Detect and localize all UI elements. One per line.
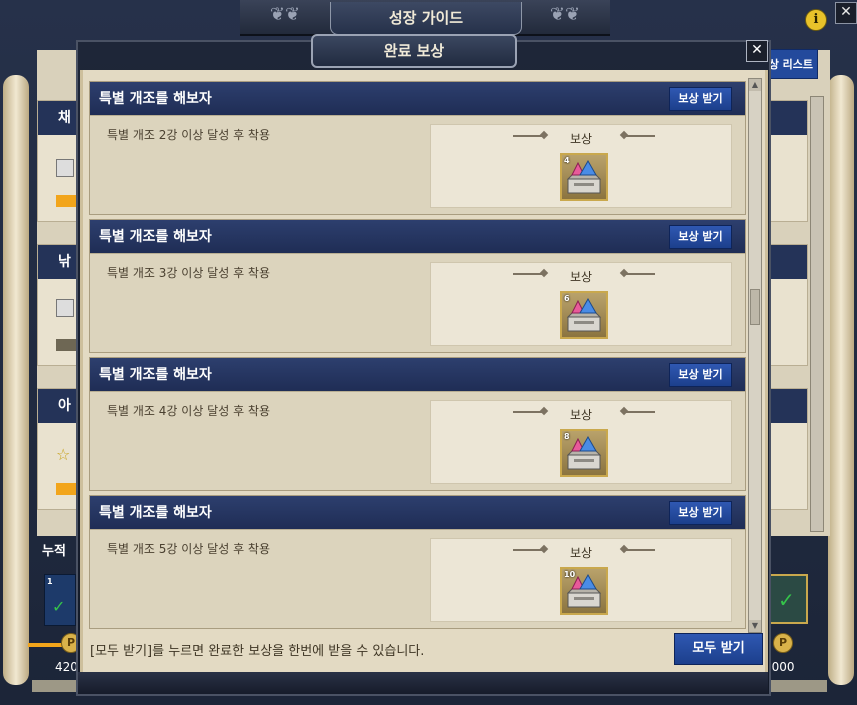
mission-description: 특별 개조 2강 이상 달성 후 착용 (107, 128, 271, 142)
gem-box-icon[interactable]: 4 (560, 153, 608, 201)
left-points-value: 420 (55, 660, 78, 674)
gem-box-icon[interactable]: 6 (560, 291, 608, 339)
mission-header: 특별 개조를 해보자 보상 받기 (90, 82, 745, 116)
window-close-button[interactable]: ✕ (835, 2, 857, 24)
arrow-up-icon[interactable]: ▲ (749, 79, 761, 91)
ornament-line (623, 549, 655, 551)
reward-slot[interactable]: 1 ✓ (44, 574, 76, 626)
check-icon: ✓ (52, 597, 66, 616)
modal-title: 완료 보상 (311, 34, 517, 68)
scrollbar-thumb[interactable] (750, 289, 760, 325)
reward-box: 보상 6 (430, 262, 732, 346)
guide-card-right-head (771, 101, 807, 135)
reward-count: 8 (564, 432, 570, 441)
gem-box-icon[interactable]: 10 (560, 567, 608, 615)
star-icon: ☆ (56, 445, 71, 464)
left-ornament-icon: ❦❦ (269, 4, 301, 25)
progress-bar (56, 339, 78, 351)
location-pin-icon (56, 159, 74, 177)
claim-reward-button[interactable]: 보상 받기 (669, 363, 732, 387)
reward-box: 보상 10 (430, 538, 732, 622)
guide-card-right-head (771, 389, 807, 423)
arrow-down-icon[interactable]: ▼ (749, 620, 761, 632)
reward-label: 보상 (569, 270, 593, 284)
mission-description: 특별 개조 3강 이상 달성 후 착용 (107, 266, 271, 280)
mission-card: 특별 개조를 해보자 보상 받기특별 개조 2강 이상 달성 후 착용 보상 4 (89, 81, 746, 215)
ornament-line (623, 273, 655, 275)
footer-instruction: [모두 받기]를 누르면 완료한 보상을 한번에 받을 수 있습니다. (90, 644, 425, 659)
mission-description: 특별 개조 4강 이상 달성 후 착용 (107, 404, 271, 418)
mission-header: 특별 개조를 해보자 보상 받기 (90, 220, 745, 254)
modal-close-button[interactable]: ✕ (746, 40, 768, 62)
reward-count: 6 (564, 294, 570, 303)
mission-card: 특별 개조를 해보자 보상 받기특별 개조 4강 이상 달성 후 착용 보상 8 (89, 357, 746, 491)
reward-box: 보상 4 (430, 124, 732, 208)
right-ornament-icon: ❦❦ (549, 4, 581, 25)
guide-card-right-head (771, 245, 807, 279)
reward-label: 보상 (569, 408, 593, 422)
mission-title: 특별 개조를 해보자 (99, 367, 212, 383)
guide-scrollbar[interactable] (810, 96, 824, 532)
guide-card-right (770, 388, 808, 510)
reward-count: 4 (564, 156, 570, 165)
reward-count: 10 (564, 570, 576, 579)
reward-label: 보상 (569, 546, 593, 560)
ornament-line (623, 411, 655, 413)
modal-bottom-border (78, 672, 768, 694)
claim-reward-button[interactable]: 보상 받기 (669, 225, 732, 249)
claim-all-button[interactable]: 모두 받기 (674, 633, 763, 665)
guide-card-right (770, 100, 808, 222)
mission-card: 특별 개조를 해보자 보상 받기특별 개조 5강 이상 달성 후 착용 보상 10 (89, 495, 746, 629)
mission-title: 특별 개조를 해보자 (99, 505, 212, 521)
ornament-line (623, 135, 655, 137)
guide-card-right (770, 244, 808, 366)
mission-description: 특별 개조 5강 이상 달성 후 착용 (107, 542, 271, 556)
left-scroll-decoration (3, 75, 29, 685)
reward-label: 보상 (569, 132, 593, 146)
claim-reward-button[interactable]: 보상 받기 (669, 501, 732, 525)
progress-bar (56, 195, 78, 207)
check-icon: ✓ (778, 588, 795, 612)
points-badge-icon: P (773, 633, 793, 653)
final-reward-slot[interactable]: ✓ (766, 574, 808, 624)
cumulative-label: 누적 (42, 544, 66, 559)
mission-header: 특별 개조를 해보자 보상 받기 (90, 358, 745, 392)
modal-scrollbar[interactable]: ▲ ▼ (748, 78, 762, 633)
info-icon[interactable]: i (805, 9, 827, 31)
gem-box-icon[interactable]: 8 (560, 429, 608, 477)
mission-title: 특별 개조를 해보자 (99, 91, 212, 107)
mission-header: 특별 개조를 해보자 보상 받기 (90, 496, 745, 530)
mission-title: 특별 개조를 해보자 (99, 229, 212, 245)
progress-bar (56, 483, 78, 495)
window-title: 성장 가이드 (330, 2, 522, 35)
reward-box: 보상 8 (430, 400, 732, 484)
mission-card: 특별 개조를 해보자 보상 받기특별 개조 3강 이상 달성 후 착용 보상 6 (89, 219, 746, 353)
claim-reward-button[interactable]: 보상 받기 (669, 87, 732, 111)
location-pin-icon (56, 299, 74, 317)
right-scroll-decoration (828, 75, 854, 685)
